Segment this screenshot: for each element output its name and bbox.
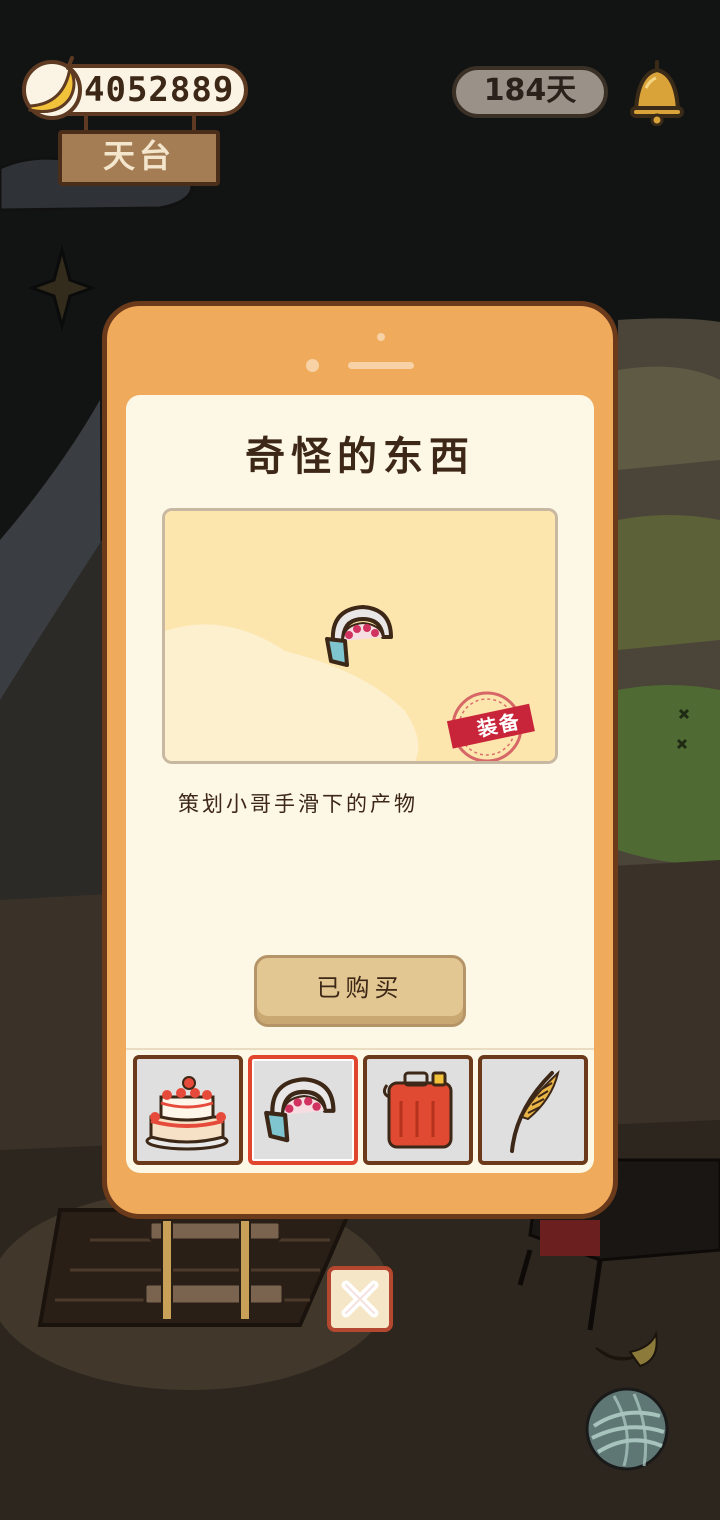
close-icon [341, 1280, 379, 1318]
coin-count-text: 4052889 [84, 70, 235, 110]
item-preview: 装备 [162, 508, 558, 764]
yarn-ball-icon[interactable] [584, 1386, 670, 1472]
item-title: 奇怪的东西 [245, 434, 475, 480]
item-slot-wheat[interactable] [478, 1055, 588, 1165]
bell-icon[interactable] [628, 58, 686, 126]
item-description: 策划小哥手滑下的产物 [178, 792, 418, 816]
phone-sensor-dot [306, 359, 319, 372]
ring-bracelet-icon [264, 1077, 336, 1143]
close-button[interactable] [327, 1266, 393, 1332]
phone-speaker [348, 362, 414, 369]
item-slot-ring-selected[interactable] [248, 1055, 358, 1165]
banana-icon [22, 56, 82, 120]
phone-camera-dot [377, 333, 385, 341]
item-slot-divider [126, 1048, 594, 1050]
wheat-stalk-icon [510, 1070, 560, 1153]
ring-bracelet-icon [325, 605, 393, 667]
item-slot-cake[interactable] [133, 1055, 243, 1165]
fuel-can-icon [382, 1071, 453, 1149]
item-slot-fuel-can[interactable] [363, 1055, 473, 1165]
location-name: 天台 [102, 137, 175, 175]
days-count-text: 184天 [483, 73, 577, 108]
cake-icon [145, 1076, 229, 1151]
purchased-button-label: 已购买 [316, 974, 404, 1002]
